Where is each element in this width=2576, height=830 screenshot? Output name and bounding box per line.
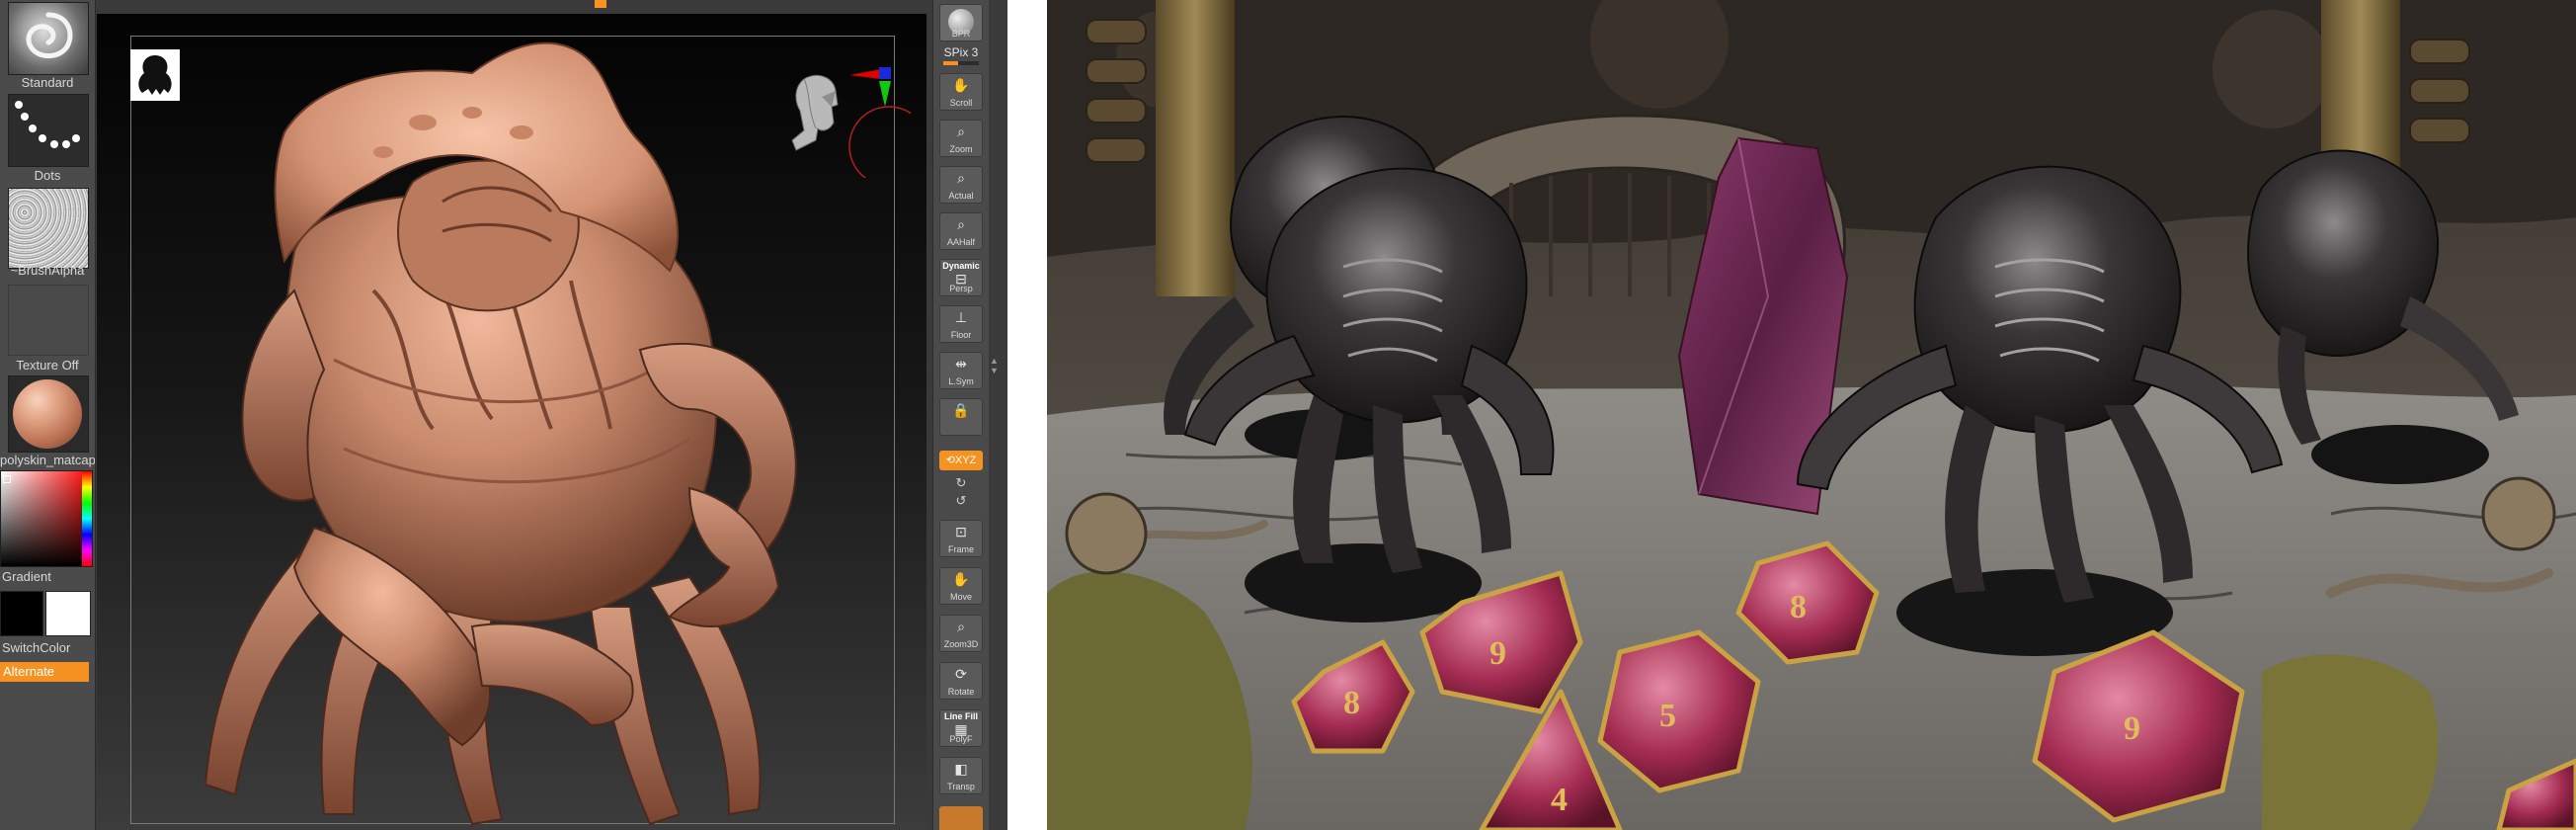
upper-button-label: Actual xyxy=(948,191,974,201)
alpha-thumbnail[interactable] xyxy=(8,188,89,269)
shelf-scroll-arrows[interactable]: ▲ ▼ xyxy=(990,356,999,395)
zbrush-workspace: Standard Dots ~BrushAlpha Texture Off po… xyxy=(0,0,1007,830)
sculpted-crab-creature xyxy=(203,42,797,826)
lower-button-label: Rotate xyxy=(947,687,975,697)
frame-icon: ⊡ xyxy=(955,524,967,540)
upper-button-0[interactable]: ✋ Scroll xyxy=(939,73,983,111)
magnify-icon: ⌕ xyxy=(957,170,965,186)
screenshot-composite: Standard Dots ~BrushAlpha Texture Off po… xyxy=(0,0,2576,830)
upper-button-label: Persp xyxy=(949,284,973,293)
upper-button-4[interactable]: Dynamic ⊟ Persp xyxy=(939,259,983,296)
lower-button-1[interactable]: ✋ Move xyxy=(939,567,983,605)
color-cursor xyxy=(3,475,11,483)
svg-text:5: 5 xyxy=(1659,698,1676,734)
floor-icon: ⊥ xyxy=(954,309,968,325)
hand-icon: ✋ xyxy=(952,77,970,93)
timeline-marker[interactable] xyxy=(595,0,606,8)
lower-button-label: Transp xyxy=(947,782,975,791)
xyz-icon: ⟲ xyxy=(945,455,955,466)
lower-button-4[interactable]: Line Fill ▦ PolyF xyxy=(939,709,983,747)
texture-thumbnail[interactable] xyxy=(8,285,89,356)
xyz-symmetry-button[interactable]: ⟲XYZ xyxy=(939,451,983,470)
bpr-label: BPR xyxy=(951,29,971,39)
stroke-thumbnail[interactable] xyxy=(8,94,89,167)
svg-text:8: 8 xyxy=(1343,685,1360,721)
magnify-icon: ⌕ xyxy=(957,216,965,232)
lower-button-2[interactable]: ⌕ Zoom3D xyxy=(939,615,983,652)
color-picker[interactable] xyxy=(0,470,93,567)
spix-slider[interactable] xyxy=(943,61,979,65)
spix-label[interactable]: SPix 3 xyxy=(933,45,989,59)
creature-silhouette-icon xyxy=(130,49,180,101)
brush-label: Standard xyxy=(21,75,74,90)
upper-button-label: Floor xyxy=(950,330,972,340)
draw-mode-button[interactable] xyxy=(939,806,983,830)
upper-button-label: L.Sym xyxy=(948,376,974,386)
upper-button-3[interactable]: ⌕ AAHalf xyxy=(939,212,983,250)
stroke-label: Dots xyxy=(34,168,61,183)
main-color-swatch[interactable] xyxy=(45,591,91,636)
upper-button-1[interactable]: ⌕ Zoom xyxy=(939,120,983,157)
upper-button-label: Zoom xyxy=(949,144,973,154)
gradient-swatches xyxy=(0,591,95,636)
xyz-label: XYZ xyxy=(954,455,977,466)
lower-button-label: PolyF xyxy=(949,734,973,744)
upper-button-2[interactable]: ⌕ Actual xyxy=(939,166,983,204)
material-thumbnail[interactable] xyxy=(8,375,89,453)
photo-scene: 9 8 4 5 8 9 xyxy=(1047,0,2576,830)
bpr-button[interactable]: BPR xyxy=(939,4,983,42)
matcap-sphere xyxy=(13,379,82,449)
secondary-color-swatch[interactable] xyxy=(0,591,43,636)
rotate-y-icon[interactable]: ↻ xyxy=(933,476,989,490)
spix-slider-fill xyxy=(943,61,958,65)
zoom3d-icon: ⌕ xyxy=(957,619,965,634)
svg-text:4: 4 xyxy=(1551,782,1568,818)
upper-button-label: Scroll xyxy=(949,98,973,108)
miniature-photograph: 9 8 4 5 8 9 xyxy=(1047,0,2576,830)
lower-button-3[interactable]: ⟳ Rotate xyxy=(939,662,983,700)
brush-thumbnail[interactable] xyxy=(8,2,89,75)
upper-button-7[interactable]: 🔒 xyxy=(939,398,983,436)
upper-button-6[interactable]: ⇹ L.Sym xyxy=(939,352,983,389)
alternate-button[interactable]: Alternate xyxy=(0,662,89,682)
upper-button-label: AAHalf xyxy=(946,237,975,247)
magnify-icon: ⌕ xyxy=(957,124,965,139)
lower-button-0[interactable]: ⊡ Frame xyxy=(939,520,983,557)
lock-icon: 🔒 xyxy=(952,402,970,418)
lower-button-label: Move xyxy=(949,592,972,602)
rotate-z-icon[interactable]: ↺ xyxy=(933,494,989,508)
left-tray: Standard Dots ~BrushAlpha Texture Off po… xyxy=(0,0,96,830)
switch-color-button[interactable]: SwitchColor xyxy=(0,640,97,656)
transparency-icon: ◧ xyxy=(954,761,968,777)
lower-button-label: Frame xyxy=(947,544,974,554)
svg-text:9: 9 xyxy=(2124,710,2140,747)
hue-strip[interactable] xyxy=(82,471,92,566)
texture-label: Texture Off xyxy=(16,358,79,373)
dots-stroke-icon xyxy=(15,101,80,148)
svg-text:9: 9 xyxy=(1489,635,1506,672)
standard-brush-icon xyxy=(26,12,73,58)
upper-button-5[interactable]: ⊥ Floor xyxy=(939,305,983,343)
right-shelf: BPR SPix 3 ✋ Scroll ⌕ Zoom ⌕ Actual ⌕ AAHalf Dyn… xyxy=(932,0,989,830)
document-canvas[interactable] xyxy=(97,14,926,830)
rotate-icon: ⟳ xyxy=(955,666,967,682)
move-hand-icon: ✋ xyxy=(952,571,970,587)
gradient-label: Gradient xyxy=(2,569,51,584)
svg-text:8: 8 xyxy=(1790,589,1807,625)
lower-button-label: Zoom3D xyxy=(943,639,979,649)
alpha-label: ~BrushAlpha xyxy=(10,263,85,278)
symmetry-icon: ⇹ xyxy=(955,356,967,372)
lower-button-5[interactable]: ◧ Transp xyxy=(939,757,983,794)
material-label: polyskin_matcap xyxy=(0,453,95,467)
